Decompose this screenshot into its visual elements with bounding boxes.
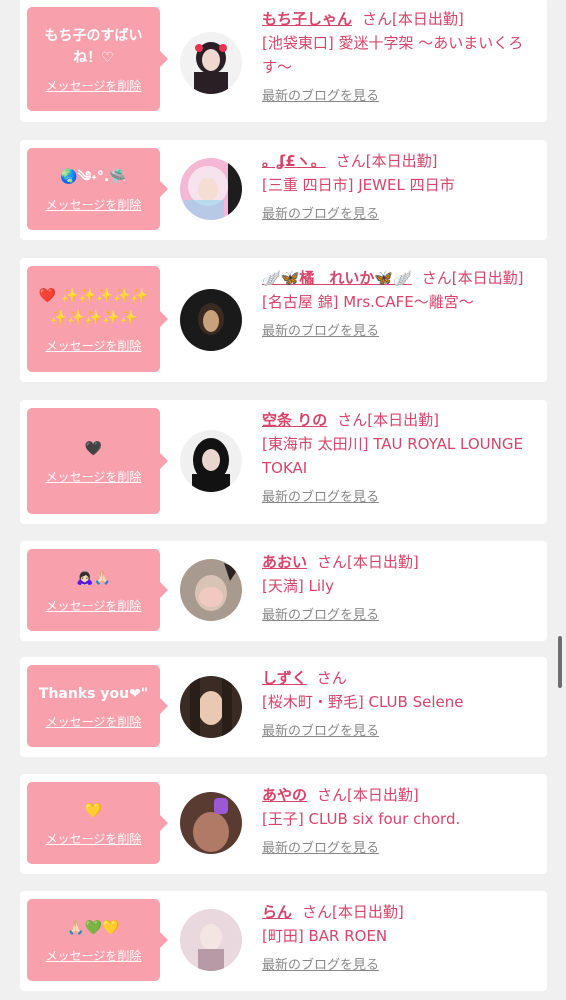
name-suffix: さん[本日出勤] [317, 786, 419, 804]
delete-message-button[interactable]: メッセージを削除 [46, 77, 142, 94]
avatar-image [180, 289, 242, 351]
card-info: 。ʆ£ヽ。 さん[本日出勤] [三重 四日市] JEWEL 四日市 最新のブログを… [262, 149, 542, 222]
card-info: 🪽🦋橘 れいか🦋🪽 さん[本日出勤] [名古屋 錦] Mrs.CAFE〜離宮〜 最… [262, 266, 542, 339]
name-line: 。ʆ£ヽ。 さん[本日出勤] [262, 149, 542, 173]
avatar[interactable] [180, 289, 242, 351]
name-line: もち子しゃん さん[本日出勤] [262, 7, 542, 31]
avatar-image [180, 559, 242, 621]
avatar[interactable] [180, 430, 242, 492]
avatar-image [180, 158, 242, 220]
card-info: しずく さん [桜木町・野毛] CLUB Selene 最新のブログを見る [262, 666, 542, 739]
latest-blog-link[interactable]: 最新のブログを見る [262, 320, 379, 339]
name-suffix: さん[本日出勤] [335, 152, 438, 170]
shop-text: [桜木町・野毛] CLUB Selene [262, 693, 464, 711]
name-suffix: さん [316, 669, 347, 687]
message-bubble: 🖤 メッセージを削除 [27, 408, 168, 514]
avatar-image [180, 792, 242, 854]
avatar[interactable] [180, 32, 242, 94]
delete-message-button[interactable]: メッセージを削除 [46, 468, 142, 485]
name-suffix: さん[本日出勤] [317, 553, 419, 571]
message-text: Thanks you❤" [38, 685, 149, 702]
latest-blog-link[interactable]: 最新のブログを見る [262, 720, 379, 739]
card-info: らん さん[本日出勤] [町田] BAR ROEN 最新のブログを見る [262, 900, 542, 973]
avatar[interactable] [180, 559, 242, 621]
avatar-image [180, 32, 242, 94]
message-bubble: もち子のすばいね！♡ メッセージを削除 [27, 7, 168, 111]
message-card: ❤️ ✨✨✨✨✨✨✨✨✨✨ メッセージを削除 🪽🦋橘 れいか🦋🪽 さん[本日出勤]… [20, 258, 547, 382]
message-card: もち子のすばいね！♡ メッセージを削除 もち子しゃん さん[本日出勤] [池袋東口… [20, 0, 547, 122]
shop-text: [名古屋 錦] Mrs.CAFE〜離宮〜 [262, 293, 474, 311]
cast-name-link[interactable]: 🪽🦋橘 れいか🦋🪽 [262, 269, 412, 287]
avatar[interactable] [180, 676, 242, 738]
card-info: あやの さん[本日出勤] [王子] CLUB six four chord. 最新… [262, 783, 542, 856]
message-bubble: 🌏༄˖°.🛸 メッセージを削除 [27, 148, 168, 230]
cast-name-link[interactable]: らん [262, 903, 292, 921]
message-text: 🙇🏻‍♀️🙏🏻 [76, 569, 111, 586]
delete-message-button[interactable]: メッセージを削除 [46, 713, 142, 730]
avatar-image [180, 430, 242, 492]
message-text: 💛 [84, 802, 103, 819]
delete-message-button[interactable]: メッセージを削除 [46, 947, 142, 964]
scrollbar-thumb[interactable] [558, 636, 562, 688]
latest-blog-link[interactable]: 最新のブログを見る [262, 85, 379, 104]
avatar[interactable] [180, 792, 242, 854]
message-bubble: 🙇🏻‍♀️🙏🏻 メッセージを削除 [27, 549, 168, 631]
message-card: 🙏🏻💚💛 メッセージを削除 らん さん[本日出勤] [町田] BAR ROEN 最… [20, 891, 547, 991]
name-suffix: さん[本日出勤] [362, 10, 464, 28]
delete-message-button[interactable]: メッセージを削除 [46, 830, 142, 847]
avatar-image [180, 909, 242, 971]
cast-name-link[interactable]: 。ʆ£ヽ。 [262, 152, 326, 170]
name-suffix: さん[本日出勤] [337, 411, 439, 429]
avatar-image [180, 676, 242, 738]
name-line: 空条 りの さん[本日出勤] [262, 408, 542, 432]
shop-text: [池袋東口] 愛迷十字架 〜あいまいくろす〜 [262, 34, 524, 76]
cast-name-link[interactable]: もち子しゃん [262, 10, 352, 28]
shop-text: [王子] CLUB six four chord. [262, 810, 461, 828]
shop-text: [町田] BAR ROEN [262, 927, 388, 945]
message-text: 🖤 [84, 440, 103, 457]
cast-name-link[interactable]: しずく [262, 669, 307, 687]
message-card: Thanks you❤" メッセージを削除 しずく さん [桜木町・野毛] CLU… [20, 657, 547, 757]
message-text: 🌏༄˖°.🛸 [60, 168, 127, 185]
shop-text: [東海市 太田川] TAU ROYAL LOUNGE TOKAI [262, 435, 523, 477]
card-info: もち子しゃん さん[本日出勤] [池袋東口] 愛迷十字架 〜あいまいくろす〜 最新… [262, 7, 542, 104]
name-line: あやの さん[本日出勤] [262, 783, 542, 807]
avatar[interactable] [180, 909, 242, 971]
delete-message-button[interactable]: メッセージを削除 [46, 337, 142, 354]
delete-message-button[interactable]: メッセージを削除 [46, 597, 142, 614]
shop-text: [三重 四日市] JEWEL 四日市 [262, 176, 455, 194]
message-card: 💛 メッセージを削除 あやの さん[本日出勤] [王子] CLUB six fou… [20, 774, 547, 874]
name-suffix: さん[本日出勤] [421, 269, 524, 287]
cast-name-link[interactable]: あおい [262, 553, 307, 571]
latest-blog-link[interactable]: 最新のブログを見る [262, 203, 379, 222]
message-bubble: Thanks you❤" メッセージを削除 [27, 665, 168, 747]
message-bubble: 💛 メッセージを削除 [27, 782, 168, 864]
card-info: 空条 りの さん[本日出勤] [東海市 太田川] TAU ROYAL LOUNGE… [262, 408, 542, 505]
name-line: あおい さん[本日出勤] [262, 550, 542, 574]
latest-blog-link[interactable]: 最新のブログを見る [262, 486, 379, 505]
message-bubble: ❤️ ✨✨✨✨✨✨✨✨✨✨ メッセージを削除 [27, 266, 168, 372]
card-info: あおい さん[本日出勤] [天満] Lily 最新のブログを見る [262, 550, 542, 623]
latest-blog-link[interactable]: 最新のブログを見る [262, 954, 379, 973]
message-text: ❤️ ✨✨✨✨✨✨✨✨✨✨ [38, 287, 149, 326]
cast-name-link[interactable]: あやの [262, 786, 307, 804]
avatar[interactable] [180, 158, 242, 220]
delete-message-button[interactable]: メッセージを削除 [46, 196, 142, 213]
message-card: 🖤 メッセージを削除 空条 りの さん[本日出勤] [東海市 太田川] TAU R… [20, 400, 547, 524]
message-bubble: 🙏🏻💚💛 メッセージを削除 [27, 899, 168, 981]
name-line: しずく さん [262, 666, 542, 690]
name-line: 🪽🦋橘 れいか🦋🪽 さん[本日出勤] [262, 266, 542, 290]
latest-blog-link[interactable]: 最新のブログを見る [262, 604, 379, 623]
message-text: 🙏🏻💚💛 [67, 919, 120, 936]
shop-text: [天満] Lily [262, 577, 335, 595]
cast-name-link[interactable]: 空条 りの [262, 411, 327, 429]
name-suffix: さん[本日出勤] [302, 903, 404, 921]
latest-blog-link[interactable]: 最新のブログを見る [262, 837, 379, 856]
message-text: もち子のすばいね！♡ [44, 27, 143, 66]
message-card: 🙇🏻‍♀️🙏🏻 メッセージを削除 あおい さん[本日出勤] [天満] Lily 最… [20, 541, 547, 641]
name-line: らん さん[本日出勤] [262, 900, 542, 924]
message-card: 🌏༄˖°.🛸 メッセージを削除 。ʆ£ヽ。 さん[本日出勤] [三重 四日市] J… [20, 140, 547, 240]
